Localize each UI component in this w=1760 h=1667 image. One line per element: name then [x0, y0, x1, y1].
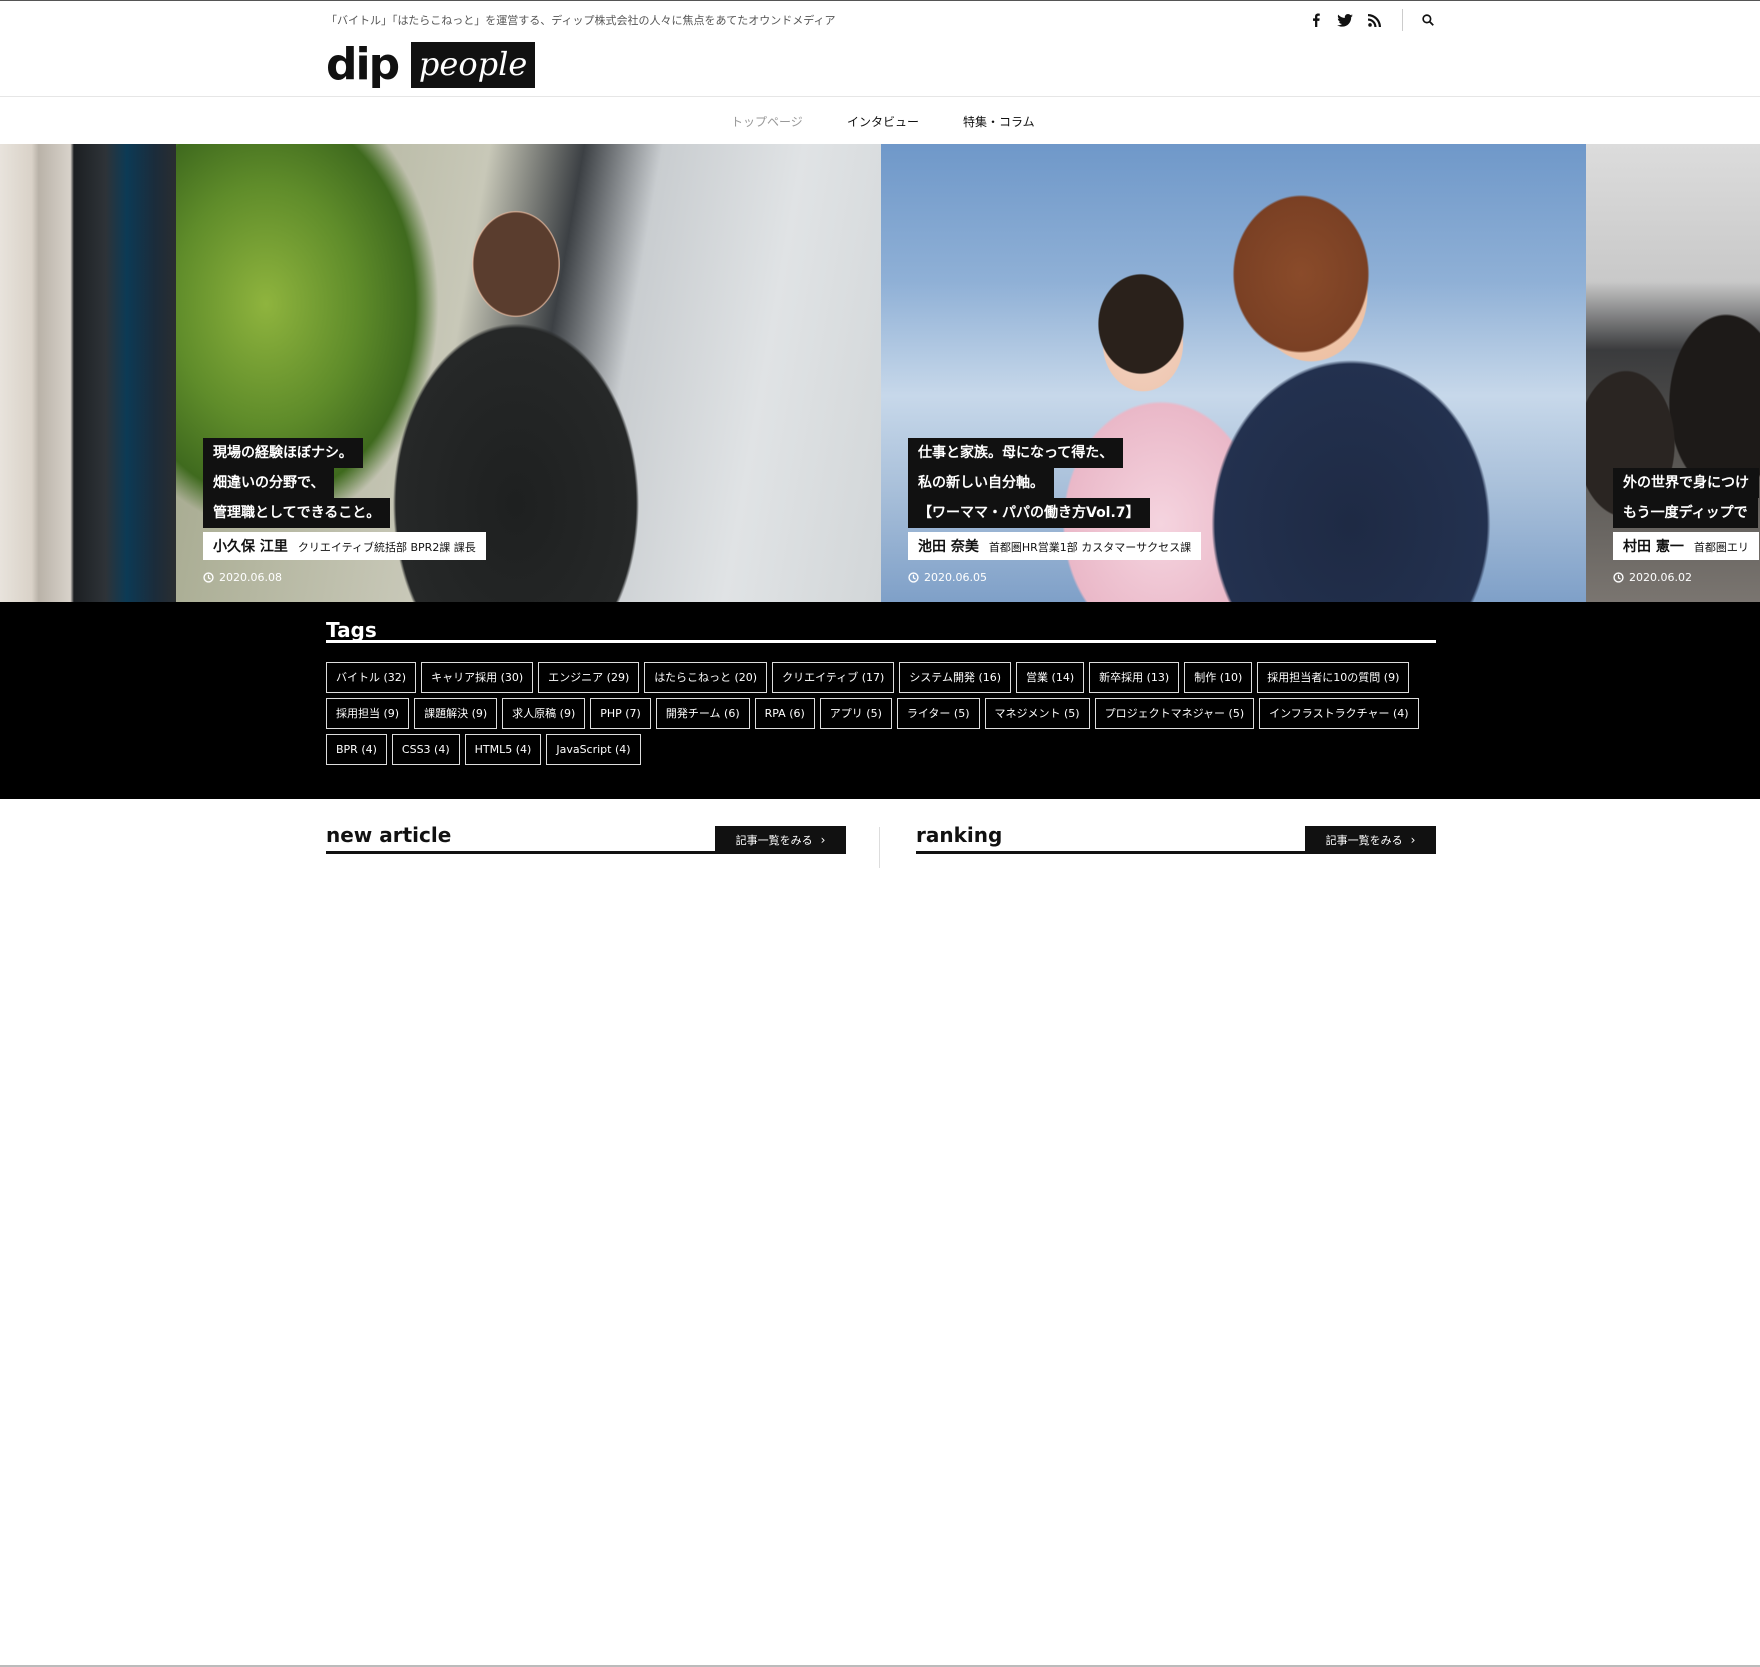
logo-main: dip: [326, 39, 400, 90]
nav-interview[interactable]: インタビュー: [847, 113, 919, 130]
tag-link[interactable]: ライター (5): [896, 698, 980, 729]
ranking-title: ranking: [916, 823, 1003, 847]
more-label: 記事一覧をみる: [1325, 834, 1403, 847]
tag-link[interactable]: プロジェクトマネジャー (5): [1094, 698, 1255, 729]
slide-prev-partial[interactable]: [0, 144, 176, 602]
twitter-icon[interactable]: [1335, 10, 1355, 30]
tags-rule: [326, 640, 1436, 643]
tag-link[interactable]: 新卒採用 (13): [1089, 662, 1180, 693]
slide-caption: 仕事と家族。母になって得た、 私の新しい自分軸。 【ワーママ・パパの働き方Vol…: [908, 438, 1202, 560]
tag-link[interactable]: CSS3 (4): [391, 734, 460, 765]
caption-line: 【ワーママ・パパの働き方Vol.7】: [908, 498, 1150, 528]
nav-feature-column[interactable]: 特集・コラム: [963, 113, 1035, 130]
slide-article-2[interactable]: 仕事と家族。母になって得た、 私の新しい自分軸。 【ワーママ・パパの働き方Vol…: [881, 144, 1586, 602]
tag-link[interactable]: PHP (7): [590, 698, 651, 729]
tag-link[interactable]: バイトル (32): [326, 662, 417, 693]
rss-icon[interactable]: [1364, 10, 1384, 30]
tag-link[interactable]: アプリ (5): [819, 698, 892, 729]
site-logo[interactable]: dip people: [326, 39, 536, 90]
caption-line: 管理職としてできること。: [203, 498, 391, 528]
slide-date: 2020.06.05: [908, 571, 987, 584]
logo-sub: people: [411, 42, 536, 88]
header-divider: [1402, 9, 1403, 31]
featured-slider: 現場の経験ほぼナシ。 畑違いの分野で、 管理職としてできること。 小久保 江里ク…: [0, 144, 1760, 602]
tag-link[interactable]: はたらこねっと (20): [644, 662, 768, 693]
author-name: 村田 憲一: [1623, 539, 1684, 555]
author-badge: 村田 憲一 首都圏エリ: [1613, 532, 1759, 560]
author-dept: 首都圏HR営業1部 カスタマーサクセス課: [988, 541, 1192, 554]
tag-list: バイトル (32) キャリア採用 (30) エンジニア (29) はたらこねっと (2…: [326, 662, 1446, 770]
more-label: 記事一覧をみる: [735, 834, 813, 847]
tag-link[interactable]: BPR (4): [326, 734, 387, 765]
author-name: 池田 奈美: [918, 539, 979, 555]
tags-title: Tags: [326, 618, 377, 642]
caption-line: 外の世界で身につけ: [1613, 468, 1759, 498]
slide-article-3-partial[interactable]: 外の世界で身につけ もう一度ディップで 村田 憲一 首都圏エリ 2020.06.0…: [1586, 144, 1760, 602]
tag-link[interactable]: システム開発 (16): [899, 662, 1012, 693]
global-nav: トップページ インタビュー 特集・コラム: [0, 97, 1760, 144]
tag-link[interactable]: マネジメント (5): [984, 698, 1090, 729]
chevron-right-icon: ›: [820, 833, 826, 847]
slide-article-1[interactable]: 現場の経験ほぼナシ。 畑違いの分野で、 管理職としてできること。 小久保 江里ク…: [176, 144, 881, 602]
chevron-right-icon: ›: [1410, 833, 1416, 847]
caption-line: 畑違いの分野で、: [203, 468, 335, 498]
tag-link[interactable]: RPA (6): [754, 698, 815, 729]
tag-link[interactable]: HTML5 (4): [464, 734, 542, 765]
tag-link[interactable]: 課題解決 (9): [414, 698, 498, 729]
author-badge: 小久保 江里 クリエイティブ統括部 BPR2課 課長: [203, 532, 486, 560]
tag-link[interactable]: キャリア採用 (30): [421, 662, 534, 693]
caption-line: 現場の経験ほぼナシ。: [203, 438, 363, 468]
tag-link[interactable]: クリエイティブ (17): [772, 662, 895, 693]
slide-image: [0, 144, 176, 602]
caption-line: 私の新しい自分軸。: [908, 468, 1054, 498]
slide-caption: 外の世界で身につけ もう一度ディップで 村田 憲一 首都圏エリ: [1613, 468, 1759, 560]
caption-line: 仕事と家族。母になって得た、: [908, 438, 1124, 468]
date-text: 2020.06.08: [219, 571, 282, 584]
site-tagline: 「バイトル」「はたらこねっと」を運営する、ディップ株式会社の人々に焦点をあてたオ…: [326, 14, 836, 27]
clock-icon: [908, 572, 919, 583]
author-badge: 池田 奈美 首都圏HR営業1部 カスタマーサクセス課: [908, 532, 1202, 560]
author-dept: クリエイティブ統括部 BPR2課 課長: [297, 541, 476, 554]
top-border: [0, 0, 1760, 1]
clock-icon: [203, 572, 214, 583]
new-article-more-button[interactable]: 記事一覧をみる ›: [715, 826, 846, 854]
author-dept: 首都圏エリ: [1693, 541, 1749, 554]
new-article-title: new article: [326, 823, 452, 847]
tag-link[interactable]: JavaScript (4): [546, 734, 641, 765]
caption-line: もう一度ディップで: [1613, 498, 1758, 528]
facebook-icon[interactable]: [1306, 10, 1326, 30]
tag-link[interactable]: 制作 (10): [1184, 662, 1253, 693]
tag-link[interactable]: 採用担当者に10の質問 (9): [1257, 662, 1410, 693]
slide-date: 2020.06.08: [203, 571, 282, 584]
bottom-sections: new article 記事一覧をみる › ranking 記事一覧をみる ›: [0, 799, 1760, 1667]
tag-link[interactable]: 採用担当 (9): [326, 698, 410, 729]
tag-link[interactable]: 求人原稿 (9): [502, 698, 586, 729]
tag-link[interactable]: 営業 (14): [1016, 662, 1085, 693]
nav-top-page[interactable]: トップページ: [731, 113, 803, 130]
tag-link[interactable]: インフラストラクチャー (4): [1259, 698, 1419, 729]
ranking-more-button[interactable]: 記事一覧をみる ›: [1305, 826, 1436, 854]
date-text: 2020.06.05: [924, 571, 987, 584]
slide-date: 2020.06.02: [1613, 571, 1692, 584]
tags-section: Tags バイトル (32) キャリア採用 (30) エンジニア (29) はたらこね…: [0, 602, 1760, 799]
date-text: 2020.06.02: [1629, 571, 1692, 584]
author-name: 小久保 江里: [213, 539, 288, 555]
tag-link[interactable]: 開発チーム (6): [655, 698, 750, 729]
site-header: 「バイトル」「はたらこねっと」を運営する、ディップ株式会社の人々に焦点をあてたオ…: [0, 0, 1760, 97]
tag-link[interactable]: エンジニア (29): [538, 662, 640, 693]
search-icon[interactable]: [1418, 10, 1438, 30]
slide-caption: 現場の経験ほぼナシ。 畑違いの分野で、 管理職としてできること。 小久保 江里ク…: [203, 438, 486, 560]
clock-icon: [1613, 572, 1624, 583]
section-divider: [879, 827, 880, 868]
